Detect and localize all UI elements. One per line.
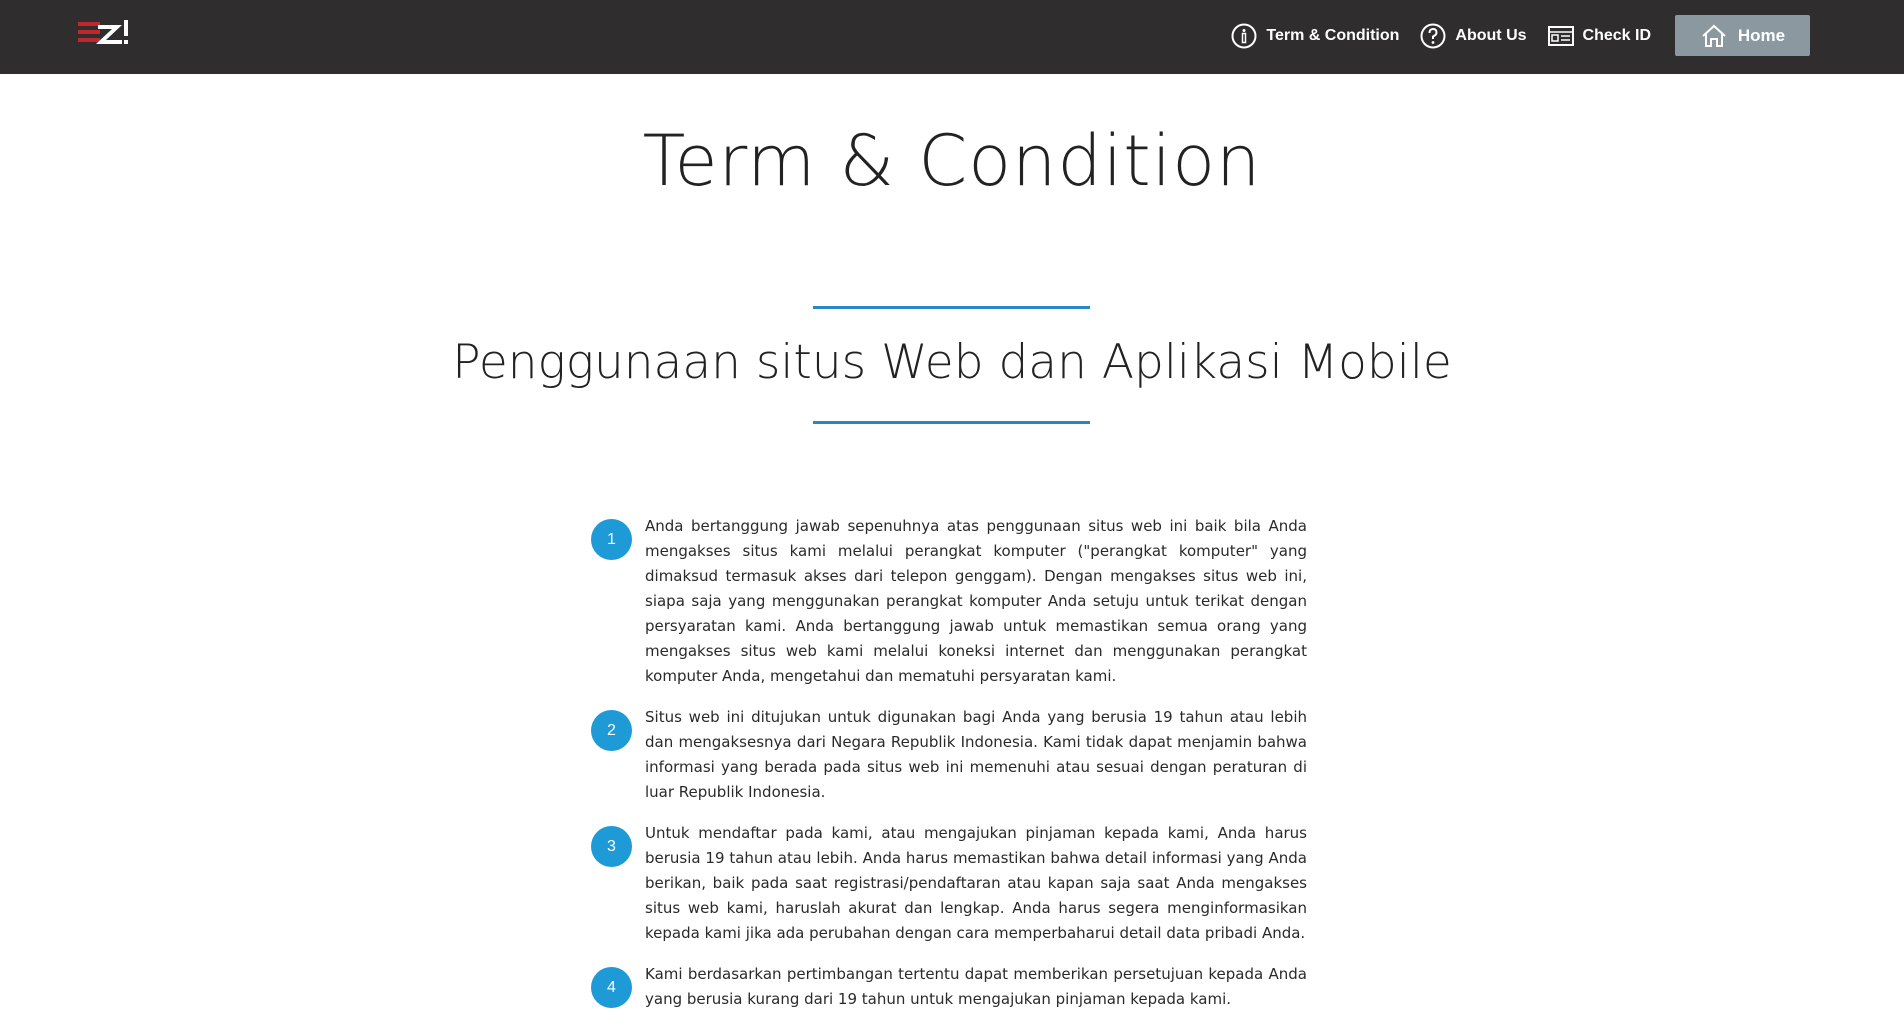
top-navbar: Term & Condition About Us Check ID Home [0,0,1904,74]
nav-about-us[interactable]: About Us [1419,22,1527,50]
list-item: 1 Anda bertanggung jawab sepenuhnya atas… [591,514,1307,689]
section-divider-bottom [813,421,1090,424]
nav-check-id-label: Check ID [1582,26,1651,44]
nav-term-condition-label: Term & Condition [1266,26,1400,44]
term-number-badge: 3 [591,826,632,867]
nav-check-id[interactable]: Check ID [1547,22,1651,50]
question-circle-icon [1419,22,1447,50]
section-title: Penggunaan situs Web dan Aplikasi Mobile [452,335,1452,390]
info-circle-icon [1230,22,1258,50]
term-text: Untuk mendaftar pada kami, atau mengajuk… [645,824,1307,942]
term-number-badge: 1 [591,519,632,560]
term-number-badge: 4 [591,967,632,1008]
home-button-label: Home [1737,25,1786,45]
term-text: Situs web ini ditujukan untuk digunakan … [645,708,1307,801]
list-item: 2 Situs web ini ditujukan untuk digunaka… [591,705,1307,805]
nav-menu: Term & Condition About Us Check ID Home [1210,15,1810,56]
site-logo[interactable] [78,20,130,46]
nav-term-condition[interactable]: Term & Condition [1230,22,1399,50]
nav-about-us-label: About Us [1455,26,1527,44]
home-icon [1700,22,1728,50]
term-text: Anda bertanggung jawab sepenuhnya atas p… [645,517,1307,685]
page-title: Term & Condition [642,120,1262,202]
section-divider-top [813,306,1090,309]
home-button[interactable]: Home [1675,15,1810,56]
term-text: Kami berdasarkan pertimbangan tertentu d… [645,965,1307,1008]
list-item: 3 Untuk mendaftar pada kami, atau mengaj… [591,821,1307,946]
id-card-icon [1547,22,1575,50]
term-number-badge: 2 [591,710,632,751]
list-item: 4 Kami berdasarkan pertimbangan tertentu… [591,962,1307,1012]
terms-list: 1 Anda bertanggung jawab sepenuhnya atas… [591,514,1307,1028]
